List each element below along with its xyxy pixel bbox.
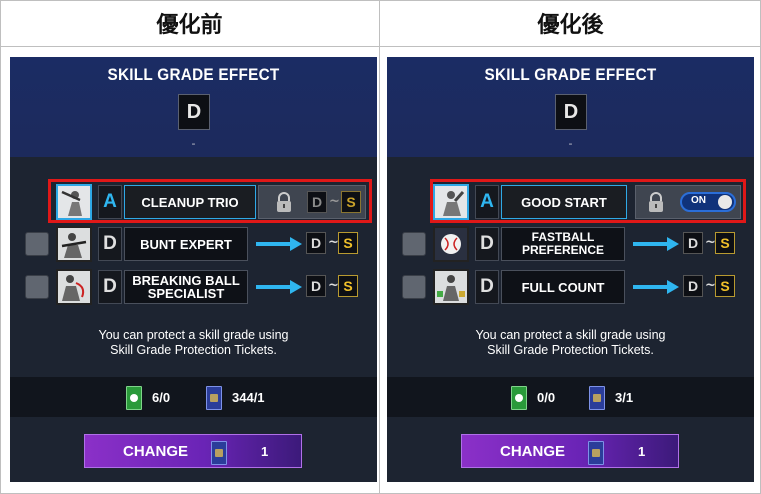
pitcher-icon[interactable] [433, 184, 469, 220]
skill-panel-after: SKILL GRADE EFFECT D - A GOOD START ON D… [387, 57, 754, 482]
lock-icon [649, 192, 663, 212]
range-from-grade: D [306, 232, 326, 254]
skill-checkbox[interactable] [402, 232, 426, 256]
protection-toggle[interactable]: ON [680, 192, 736, 212]
range-to-grade: S [715, 275, 735, 297]
arrow-right-icon [256, 280, 302, 294]
toggle-knob [718, 195, 732, 209]
info-text: You can protect a skill grade using Skil… [387, 328, 754, 358]
range-separator: ~ [329, 194, 340, 209]
skill-panel-before: SKILL GRADE EFFECT D - A CLEANUP TRIO D … [10, 57, 377, 482]
green-ticket-count: 0/0 [537, 390, 556, 405]
blue-ticket-icon [588, 441, 604, 465]
skill-grade: A [98, 185, 122, 219]
change-cost: 1 [638, 444, 646, 459]
panel-title: SKILL GRADE EFFECT [107, 65, 280, 84]
skill-checkbox[interactable] [402, 275, 426, 299]
change-cost: 1 [261, 444, 269, 459]
skill-name[interactable]: BUNT EXPERT [124, 227, 248, 261]
info-line: Skill Grade Protection Tickets. [110, 343, 277, 357]
full-count-icon [433, 269, 469, 305]
overall-grade-badge: D [178, 94, 210, 130]
arrow-right-icon [633, 237, 679, 251]
panel-title: SKILL GRADE EFFECT [484, 65, 657, 84]
skill-name[interactable]: CLEANUP TRIO [124, 185, 256, 219]
blue-ticket-count: 3/1 [615, 390, 634, 405]
grade-subtext: - [568, 137, 573, 150]
range-from-grade: D [307, 191, 327, 213]
skill-checkbox[interactable] [25, 232, 49, 256]
blue-ticket-icon [589, 386, 605, 410]
toggle-label: ON [691, 195, 706, 206]
skill-checkbox[interactable] [25, 275, 49, 299]
header-divider [0, 46, 761, 47]
lock-icon [277, 192, 291, 212]
skill-grade: D [475, 227, 499, 261]
info-line: You can protect a skill grade using [475, 328, 666, 342]
fastball-icon [433, 226, 469, 262]
skill-grade: D [475, 270, 499, 304]
green-ticket-icon [511, 386, 527, 410]
blue-ticket-icon [211, 441, 227, 465]
skill-name[interactable]: FASTBALL PREFERENCE [501, 227, 625, 261]
overall-grade-badge: D [555, 94, 587, 130]
range-to-grade: S [338, 275, 358, 297]
grade-subtext: - [191, 137, 196, 150]
change-button[interactable]: CHANGE 1 [84, 434, 302, 468]
change-label: CHANGE [500, 443, 566, 460]
header-after: 優化後 [537, 13, 604, 38]
skill-name[interactable]: FULL COUNT [501, 270, 625, 304]
header-before: 優化前 [156, 13, 223, 38]
locked-grade-range[interactable]: D ~ S [258, 185, 366, 219]
range-from-grade: D [306, 275, 326, 297]
blue-ticket-count: 344/1 [232, 390, 265, 405]
batter-swing-icon[interactable] [56, 184, 92, 220]
range-to-grade: S [341, 191, 361, 213]
change-button[interactable]: CHANGE 1 [461, 434, 679, 468]
skill-name[interactable]: BREAKING BALL SPECIALIST [124, 270, 248, 304]
info-text: You can protect a skill grade using Skil… [10, 328, 377, 358]
ticket-bar [10, 377, 377, 417]
arrow-right-icon [633, 280, 679, 294]
arrow-right-icon [256, 237, 302, 251]
ticket-bar [387, 377, 754, 417]
skill-name[interactable]: GOOD START [501, 185, 627, 219]
green-ticket-icon [126, 386, 142, 410]
bunt-icon [56, 226, 92, 262]
info-line: Skill Grade Protection Tickets. [487, 343, 654, 357]
column-divider [379, 0, 380, 494]
range-from-grade: D [683, 275, 703, 297]
skill-grade: D [98, 227, 122, 261]
breaking-ball-icon [56, 269, 92, 305]
protection-toggle-area: ON [635, 185, 741, 219]
range-to-grade: S [338, 232, 358, 254]
range-from-grade: D [683, 232, 703, 254]
skill-grade: A [475, 185, 499, 219]
blue-ticket-icon [206, 386, 222, 410]
skill-grade: D [98, 270, 122, 304]
change-label: CHANGE [123, 443, 189, 460]
info-line: You can protect a skill grade using [98, 328, 289, 342]
skill-name-line: SPECIALIST [147, 286, 225, 301]
green-ticket-count: 6/0 [152, 390, 171, 405]
range-to-grade: S [715, 232, 735, 254]
